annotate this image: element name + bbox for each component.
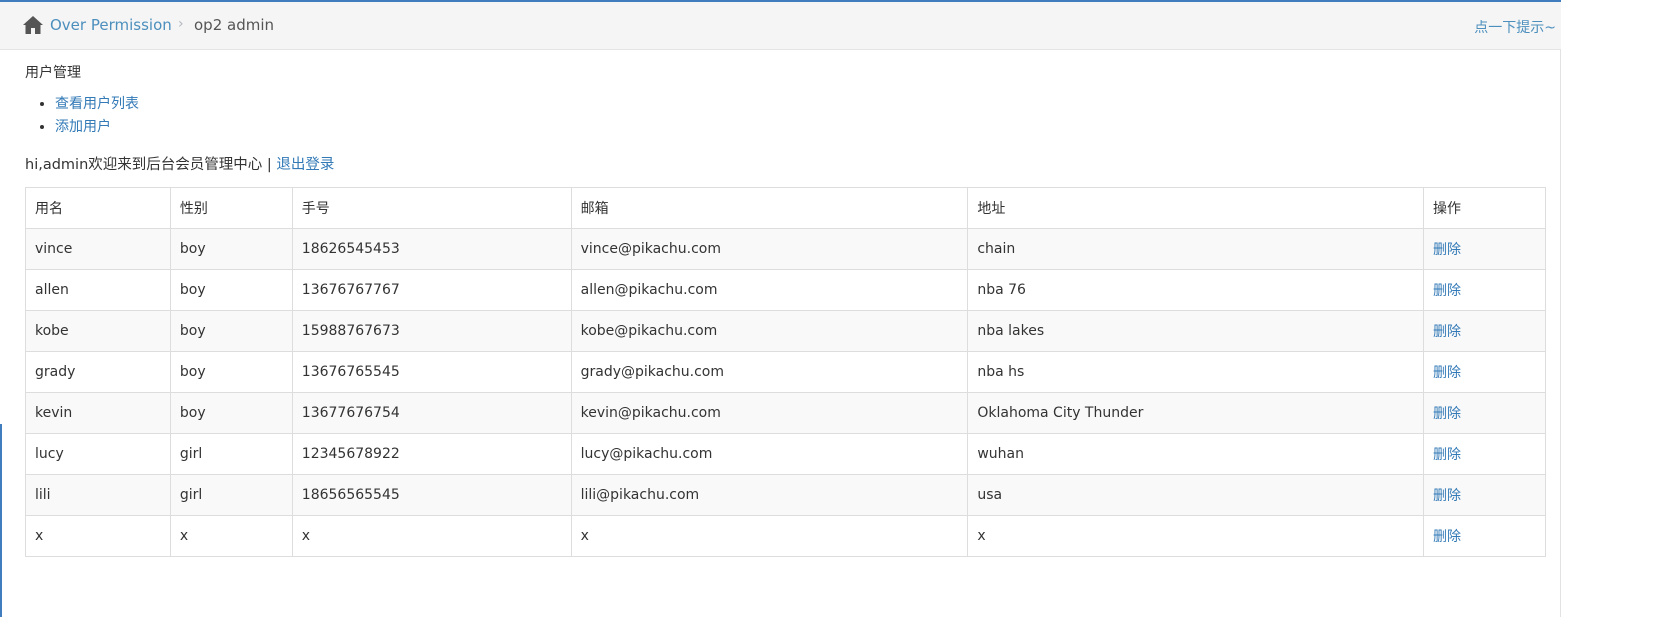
- cell-action: 删除: [1423, 474, 1546, 516]
- cell-username: lili: [25, 474, 171, 516]
- cell-gender: boy: [169, 228, 293, 270]
- cell-email: kevin@pikachu.com: [570, 392, 969, 434]
- delete-link[interactable]: 删除: [1433, 529, 1461, 545]
- cell-address: usa: [967, 474, 1425, 516]
- menu-item: 查看用户列表: [55, 93, 139, 116]
- left-edge-marker: [0, 424, 2, 617]
- view-user-list-link[interactable]: 查看用户列表: [55, 96, 139, 112]
- logout-link[interactable]: 退出登录: [276, 157, 334, 173]
- table-row: kobe boy 15988767673 kobe@pikachu.com nb…: [25, 310, 1546, 352]
- cell-phone: 12345678922: [291, 433, 572, 475]
- table-row: kevin boy 13677676754 kevin@pikachu.com …: [25, 392, 1546, 434]
- table-row: vince boy 18626545453 vince@pikachu.com …: [25, 228, 1546, 270]
- cell-phone: 15988767673: [291, 310, 572, 352]
- section-title: 用户管理: [25, 65, 81, 81]
- cell-username: kevin: [25, 392, 171, 434]
- delete-link[interactable]: 删除: [1433, 324, 1461, 340]
- cell-email: grady@pikachu.com: [570, 351, 969, 393]
- delete-link[interactable]: 删除: [1433, 447, 1461, 463]
- delete-link[interactable]: 删除: [1433, 283, 1461, 299]
- delete-link[interactable]: 删除: [1433, 365, 1461, 381]
- content-right-border: [1560, 49, 1561, 617]
- cell-action: 删除: [1423, 433, 1546, 475]
- table-row: grady boy 13676765545 grady@pikachu.com …: [25, 351, 1546, 393]
- table-row: x x x x x 删除: [25, 515, 1546, 557]
- user-table: 用名 性别 手号 邮箱 地址 操作 vince boy 18626545453 …: [25, 187, 1546, 557]
- table-row: lucy girl 12345678922 lucy@pikachu.com w…: [25, 433, 1546, 475]
- breadcrumb-current: op2 admin: [194, 16, 275, 34]
- welcome-message: hi,admin欢迎来到后台会员管理中心 | 退出登录: [25, 153, 334, 174]
- column-header-gender: 性别: [169, 187, 293, 229]
- breadcrumb-home-link[interactable]: Over Permission: [50, 16, 172, 34]
- cell-gender: girl: [169, 474, 293, 516]
- cell-phone: 18656565545: [291, 474, 572, 516]
- column-header-address: 地址: [967, 187, 1425, 229]
- column-header-username: 用名: [25, 187, 171, 229]
- cell-phone: 13676765545: [291, 351, 572, 393]
- cell-action: 删除: [1423, 269, 1546, 311]
- cell-gender: x: [169, 515, 293, 557]
- column-header-action: 操作: [1423, 187, 1546, 229]
- cell-address: wuhan: [967, 433, 1425, 475]
- cell-username: lucy: [25, 433, 171, 475]
- cell-username: x: [25, 515, 171, 557]
- cell-email: lucy@pikachu.com: [570, 433, 969, 475]
- cell-email: vince@pikachu.com: [570, 228, 969, 270]
- cell-address: nba lakes: [967, 310, 1425, 352]
- table-row: allen boy 13676767767 allen@pikachu.com …: [25, 269, 1546, 311]
- cell-username: kobe: [25, 310, 171, 352]
- column-header-email: 邮箱: [570, 187, 969, 229]
- cell-address: nba hs: [967, 351, 1425, 393]
- cell-action: 删除: [1423, 310, 1546, 352]
- cell-gender: boy: [169, 269, 293, 311]
- table-header-row: 用名 性别 手号 邮箱 地址 操作: [25, 187, 1546, 229]
- delete-link[interactable]: 删除: [1433, 406, 1461, 422]
- cell-email: lili@pikachu.com: [570, 474, 969, 516]
- home-icon[interactable]: [22, 15, 44, 35]
- cell-address: x: [967, 515, 1425, 557]
- cell-email: kobe@pikachu.com: [570, 310, 969, 352]
- cell-gender: boy: [169, 310, 293, 352]
- cell-address: Oklahoma City Thunder: [967, 392, 1425, 434]
- cell-phone: 13677676754: [291, 392, 572, 434]
- cell-phone: x: [291, 515, 572, 557]
- delete-link[interactable]: 删除: [1433, 242, 1461, 258]
- table-row: lili girl 18656565545 lili@pikachu.com u…: [25, 474, 1546, 516]
- welcome-text: hi,admin欢迎来到后台会员管理中心 |: [25, 157, 277, 173]
- cell-email: x: [570, 515, 969, 557]
- cell-action: 删除: [1423, 392, 1546, 434]
- breadcrumb-separator-icon: ›: [178, 16, 184, 32]
- add-user-link[interactable]: 添加用户: [55, 119, 111, 135]
- cell-username: vince: [25, 228, 171, 270]
- column-header-phone: 手号: [291, 187, 572, 229]
- cell-phone: 18626545453: [291, 228, 572, 270]
- cell-email: allen@pikachu.com: [570, 269, 969, 311]
- cell-address: chain: [967, 228, 1425, 270]
- cell-action: 删除: [1423, 351, 1546, 393]
- breadcrumb: Over Permission › op2 admin 点一下提示~: [0, 2, 1561, 50]
- cell-gender: boy: [169, 392, 293, 434]
- cell-username: allen: [25, 269, 171, 311]
- cell-gender: boy: [169, 351, 293, 393]
- cell-phone: 13676767767: [291, 269, 572, 311]
- cell-gender: girl: [169, 433, 293, 475]
- cell-address: nba 76: [967, 269, 1425, 311]
- cell-username: grady: [25, 351, 171, 393]
- hint-link[interactable]: 点一下提示~: [1474, 17, 1556, 37]
- user-menu: 查看用户列表 添加用户: [25, 93, 139, 139]
- cell-action: 删除: [1423, 228, 1546, 270]
- delete-link[interactable]: 删除: [1433, 488, 1461, 504]
- cell-action: 删除: [1423, 515, 1546, 557]
- menu-item: 添加用户: [55, 116, 139, 139]
